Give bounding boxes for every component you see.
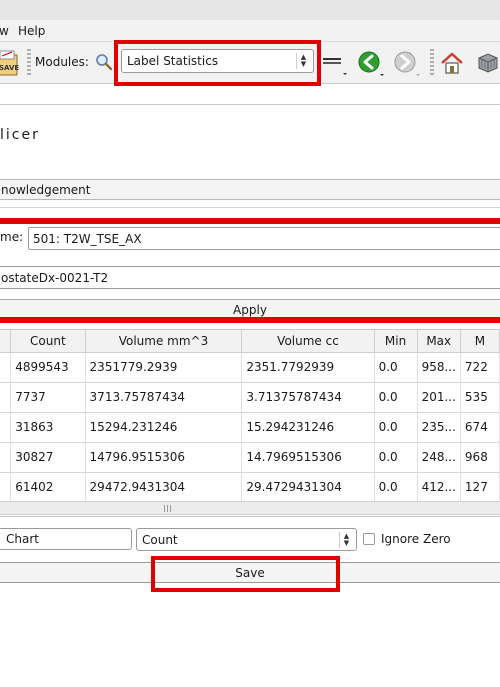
table-cell: 4899543 [10, 352, 86, 383]
module-selector[interactable]: Label Statistics ▲ ▼ [121, 49, 314, 73]
table-cell-color [0, 382, 12, 413]
highlight-band-bottom [0, 317, 500, 323]
column-header-min[interactable]: Min [374, 330, 418, 353]
save-icon-text: SAVE [0, 64, 20, 72]
save-button-label: Save [235, 565, 265, 580]
table-row[interactable]: 31863 15294.231246 15.294231246 0.0 235.… [0, 412, 500, 443]
column-header-mean[interactable]: M [460, 330, 500, 353]
back-arrow-icon[interactable] [357, 50, 385, 78]
table-cell-color [0, 352, 12, 383]
ignore-zero-label: Ignore Zero [381, 532, 451, 546]
table-cell: 0.0 [374, 472, 418, 501]
table-cell: 248... [417, 442, 461, 473]
labelmap-selector[interactable]: ostateDx-0021-T2 [0, 266, 500, 289]
table-row[interactable]: 30827 14796.9515306 14.7969515306 0.0 24… [0, 442, 500, 473]
table-cell: 535 [460, 382, 500, 413]
save-button[interactable]: Save [0, 562, 500, 583]
chart-button-label: Chart [6, 532, 39, 546]
table-cell: 412... [417, 472, 461, 501]
toolbar-separator [27, 49, 31, 77]
menu-help[interactable]: Help [18, 24, 45, 38]
statistics-table-grid: Count Volume mm^3 Volume cc Min Max M 48… [0, 330, 500, 501]
table-cell: 15294.231246 [85, 412, 243, 443]
table-cell: 127 [460, 472, 500, 501]
table-horizontal-scrollbar[interactable] [0, 501, 500, 515]
table-cell: 0.0 [374, 442, 418, 473]
table-cell: 235... [417, 412, 461, 443]
section-divider [0, 516, 500, 517]
chart-type-value: Count [142, 532, 178, 547]
section-divider [0, 207, 500, 208]
table-cell: 29.4729431304 [241, 472, 375, 501]
table-cell: 3.71375787434 [241, 382, 375, 413]
table-cell-color [0, 412, 12, 443]
layout-menu-icon[interactable] [322, 54, 348, 76]
ignore-zero-checkbox[interactable] [363, 533, 375, 545]
table-cell: 2351779.2939 [85, 352, 243, 383]
menu-view[interactable]: w [0, 24, 9, 38]
chart-button[interactable]: Chart [0, 528, 132, 550]
menu-bar: w Help [0, 20, 500, 42]
table-cell: 0.0 [374, 382, 418, 413]
chart-type-select[interactable]: Count ▲ ▼ [136, 528, 357, 551]
table-cell: 722 [460, 352, 500, 383]
forward-arrow-icon[interactable] [393, 50, 421, 78]
table-cell: 15.294231246 [241, 412, 375, 443]
table-cell: 968 [460, 442, 500, 473]
home-icon[interactable] [440, 51, 464, 75]
table-cell: 674 [460, 412, 500, 443]
table-cell: 30827 [10, 442, 86, 473]
table-cell: 3713.75787434 [85, 382, 243, 413]
chevron-updown-icon: ▲ ▼ [296, 53, 310, 69]
column-header-max[interactable]: Max [417, 330, 461, 353]
column-header-volume-mm3[interactable]: Volume mm^3 [85, 330, 243, 353]
table-row[interactable]: 4899543 2351779.2939 2351.7792939 0.0 95… [0, 352, 500, 383]
header-divider [0, 104, 500, 105]
table-cell: 0.0 [374, 412, 418, 443]
table-header-row: Count Volume mm^3 Volume cc Min Max M [0, 330, 500, 353]
input-volume-selector[interactable]: 501: T2W_TSE_AX [28, 227, 500, 250]
page-title: licer [0, 127, 40, 143]
toolbar-separator [430, 49, 434, 77]
table-cell-color [0, 442, 12, 473]
table-cell-color [0, 472, 12, 501]
modules-label: Modules: [35, 55, 89, 69]
table-cell: 7737 [10, 382, 86, 413]
acknowledgement-section-header[interactable]: nowledgement [0, 179, 500, 200]
table-cell: 29472.9431304 [85, 472, 243, 501]
save-icon[interactable]: SAVE [0, 50, 20, 76]
table-row[interactable]: 61402 29472.9431304 29.4729431304 0.0 41… [0, 472, 500, 501]
input-volume-label: me: [0, 230, 24, 244]
table-cell: 14796.9515306 [85, 442, 243, 473]
table-cell: 958... [417, 352, 461, 383]
chevron-updown-icon: ▲ ▼ [339, 532, 353, 548]
statistics-table[interactable]: Count Volume mm^3 Volume cc Min Max M 48… [0, 329, 500, 501]
input-volume-value: 501: T2W_TSE_AX [33, 231, 142, 246]
column-header-color[interactable] [0, 330, 12, 353]
table-cell: 61402 [10, 472, 86, 501]
table-cell: 31863 [10, 412, 86, 443]
column-header-count[interactable]: Count [10, 330, 86, 353]
column-header-volume-cc[interactable]: Volume cc [241, 330, 375, 353]
table-cell: 14.7969515306 [241, 442, 375, 473]
table-row[interactable]: 7737 3713.75787434 3.71375787434 0.0 201… [0, 382, 500, 413]
table-cell: 2351.7792939 [241, 352, 375, 383]
search-icon[interactable] [94, 52, 114, 72]
window-title-strip [0, 0, 500, 20]
table-cell: 0.0 [374, 352, 418, 383]
extension-manager-icon[interactable] [476, 51, 500, 75]
labelmap-value: ostateDx-0021-T2 [1, 270, 109, 285]
apply-button-label: Apply [233, 302, 267, 317]
table-cell: 201... [417, 382, 461, 413]
highlight-band-top [0, 218, 500, 224]
module-selector-value: Label Statistics [127, 54, 219, 68]
scrollbar-grip-icon[interactable] [164, 505, 172, 512]
acknowledgement-label: nowledgement [1, 182, 91, 197]
